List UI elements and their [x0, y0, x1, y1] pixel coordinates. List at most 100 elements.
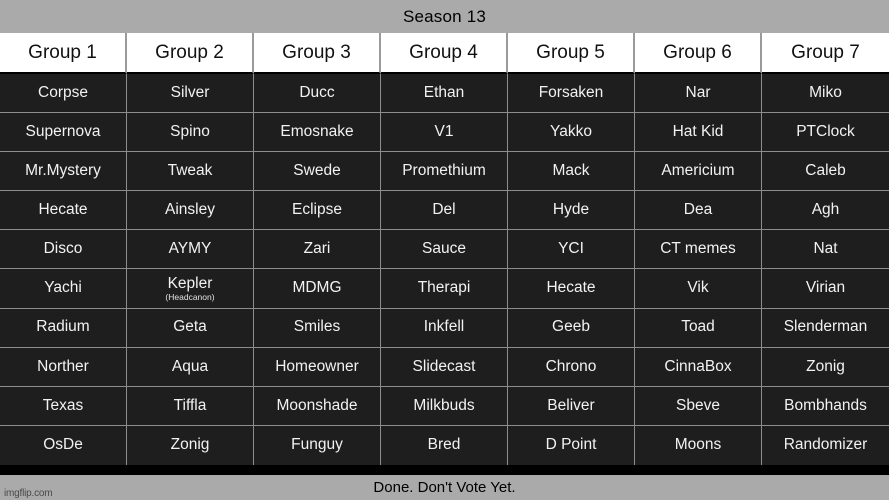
entrant-cell: Spino: [127, 113, 254, 153]
entrant-name: Geeb: [552, 318, 590, 336]
entrant-cell: Caleb: [762, 152, 889, 192]
entrant-name: Zonig: [806, 357, 845, 375]
entrant-cell: Radium: [0, 308, 127, 348]
entrant-name: Vik: [687, 279, 709, 297]
entrant-name: Radium: [36, 318, 90, 336]
entrant-name: Swede: [293, 162, 341, 180]
entrant-name: Randomizer: [783, 436, 868, 454]
entrant-cell: Aqua: [127, 347, 254, 387]
season-title: Season 13: [402, 6, 487, 26]
entrant-cell: Randomizer: [762, 425, 889, 465]
entrant-name: Agh: [811, 201, 840, 219]
table-row: Supernova Spino Emosnake V1 Yakko Hat Kid PTCl…: [0, 113, 889, 153]
entrant-cell: Yakko: [508, 113, 635, 153]
entrant-cell: OsDe: [0, 425, 127, 465]
entrant-cell: Funguy: [254, 425, 381, 465]
entrant-cell: Nar: [635, 74, 762, 114]
entrant-name: Inkfell: [423, 318, 465, 336]
table-row: OsDe Zonig Funguy Bred D Point Moons Randomize…: [0, 425, 889, 465]
entrant-name: D Point: [545, 436, 597, 454]
entrant-name: Kepler: [167, 274, 213, 292]
group-header-4: Group 4: [381, 33, 508, 74]
entrant-name: Homeowner: [275, 357, 359, 375]
entrant-name: Spino: [170, 123, 210, 140]
table-header-row: Group 1 Group 2 Group 3 Group 4 Group 5 Group…: [0, 33, 889, 74]
entrant-cell: Corpse: [0, 74, 127, 114]
entrant-cell: Kepler (Headcanon): [127, 269, 254, 309]
entrant-cell: Zonig: [127, 425, 254, 465]
entrant-cell: Agh: [762, 191, 889, 231]
entrant-name: Hecate: [38, 201, 88, 219]
entrant-cell: Hecate: [508, 269, 635, 309]
entrant-name: Miko: [809, 83, 842, 101]
entrant-name: Forsaken: [538, 83, 604, 101]
entrant-cell: Sauce: [381, 230, 508, 270]
entrant-note: (Headcanon): [165, 291, 215, 302]
entrant-name: Nar: [685, 83, 711, 101]
entrant-cell: Disco: [0, 230, 127, 270]
entrant-name: Americium: [661, 162, 735, 180]
entrant-name: Slenderman: [783, 318, 868, 336]
entrant-cell: D Point: [508, 425, 635, 465]
entrant-name: Funguy: [291, 436, 343, 454]
entrant-name: Geta: [173, 318, 207, 336]
group-header-7: Group 7: [762, 33, 889, 74]
entrant-name: YCI: [558, 240, 584, 258]
entrant-name: Disco: [43, 240, 83, 258]
entrant-cell: Ducc: [254, 74, 381, 114]
entrant-cell: Inkfell: [381, 308, 508, 348]
entrant-cell: Hecate: [0, 191, 127, 231]
entrant-name: Sauce: [422, 240, 466, 258]
entrant-name: Corpse: [38, 83, 88, 101]
entrant-name: Sbeve: [676, 396, 720, 414]
footer-status-text: Done. Don't Vote Yet.: [373, 479, 516, 496]
entrant-cell: Yachi: [0, 269, 127, 309]
entrant-cell: Eclipse: [254, 191, 381, 231]
entrant-cell: CinnaBox: [635, 347, 762, 387]
entrant-cell: Hyde: [508, 191, 635, 231]
entrant-name: V1: [434, 123, 454, 140]
entrant-cell: Forsaken: [508, 74, 635, 114]
entrant-name: Nat: [813, 240, 838, 258]
entrant-cell: Zari: [254, 230, 381, 270]
group-header-1: Group 1: [0, 33, 127, 74]
entrant-cell: Promethium: [381, 152, 508, 192]
entrant-name: Yakko: [550, 123, 592, 140]
entrant-name: Slidecast: [412, 357, 476, 375]
group-header-2: Group 2: [127, 33, 254, 74]
entrant-cell: Texas: [0, 386, 127, 426]
entrant-name: MDMG: [292, 279, 342, 297]
entrant-cell: Emosnake: [254, 113, 381, 153]
table-row: Hecate Ainsley Eclipse Del Hyde Dea Agh: [0, 191, 889, 231]
entrant-name: Toad: [681, 318, 715, 336]
table-row: Yachi Kepler (Headcanon) MDMG Therapi Hecate V…: [0, 269, 889, 309]
imgflip-watermark: imgflip.com: [3, 488, 54, 499]
group-header-5: Group 5: [508, 33, 635, 74]
entrant-name: Eclipse: [292, 201, 342, 219]
entrant-cell: Toad: [635, 308, 762, 348]
entrant-name: Supernova: [25, 123, 101, 140]
entrant-cell: Beliver: [508, 386, 635, 426]
entrant-cell: V1: [381, 113, 508, 153]
entrant-name: Promethium: [402, 162, 486, 180]
entrant-name: Moonshade: [276, 396, 358, 414]
entrant-name: Chrono: [545, 357, 597, 375]
entrant-cell: Tiffla: [127, 386, 254, 426]
entrant-name: CinnaBox: [664, 357, 732, 375]
entrant-name: Therapi: [417, 279, 471, 297]
entrant-cell: Americium: [635, 152, 762, 192]
entrant-cell: CT memes: [635, 230, 762, 270]
table-row: Norther Aqua Homeowner Slidecast Chrono Cinna…: [0, 347, 889, 387]
entrant-cell: Slidecast: [381, 347, 508, 387]
entrant-name: Aqua: [171, 357, 209, 375]
entrant-name: Dea: [683, 201, 713, 219]
entrant-name: AYMY: [168, 240, 212, 258]
entrant-name: Silver: [170, 83, 210, 101]
entrant-cell: Mr.Mystery: [0, 152, 127, 192]
entrant-name: CT memes: [660, 240, 736, 258]
entrant-cell: Silver: [127, 74, 254, 114]
entrant-cell: AYMY: [127, 230, 254, 270]
entrant-cell: Bred: [381, 425, 508, 465]
entrant-cell: Therapi: [381, 269, 508, 309]
entrant-name: Virian: [805, 279, 846, 297]
